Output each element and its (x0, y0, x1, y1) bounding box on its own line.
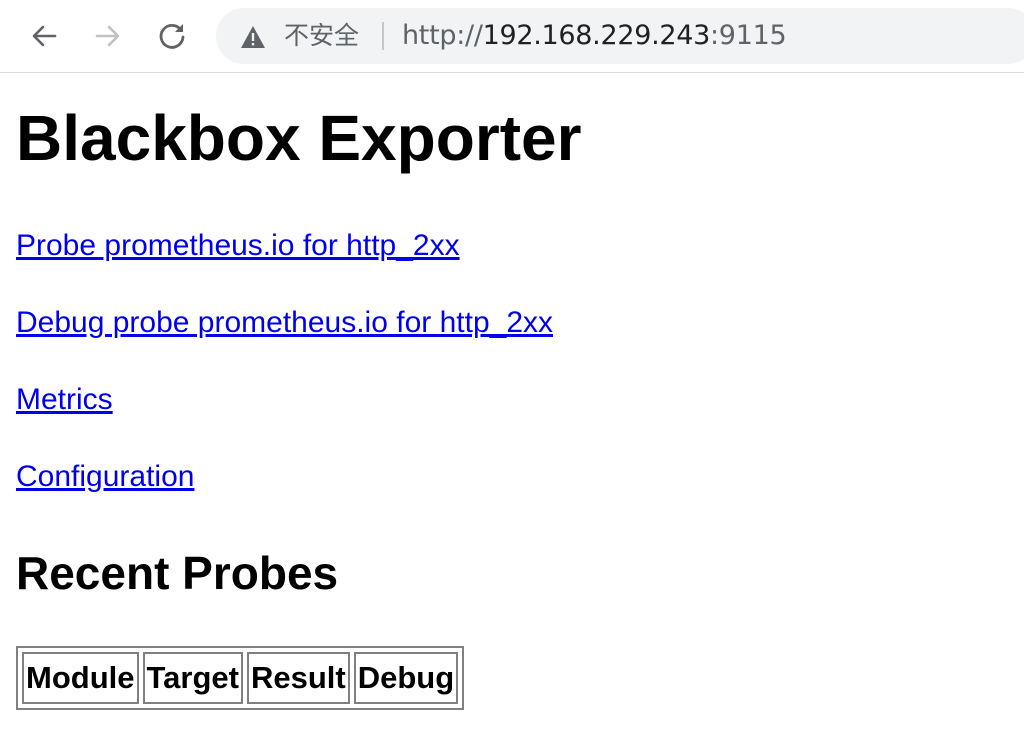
recent-probes-table: Module Target Result Debug (16, 646, 465, 710)
arrow-left-icon (32, 25, 57, 47)
url-host: 192.168.229.243 (482, 20, 711, 51)
back-button[interactable] (26, 18, 62, 54)
url-scheme: http:// (402, 20, 483, 51)
url-port: :9115 (710, 20, 787, 51)
address-bar[interactable]: 不安全 http://192.168.229.243:9115 (216, 8, 1024, 64)
column-header-result: Result (246, 652, 350, 704)
probe-link[interactable]: Probe prometheus.io for http_2xx (16, 228, 460, 264)
configuration-link[interactable]: Configuration (16, 459, 194, 495)
omnibox-divider (382, 22, 384, 50)
metrics-link[interactable]: Metrics (16, 382, 113, 418)
reload-icon (159, 23, 185, 49)
forward-button[interactable] (90, 18, 126, 54)
reload-button[interactable] (154, 18, 190, 54)
page-title: Blackbox Exporter (16, 102, 582, 174)
browser-toolbar: 不安全 http://192.168.229.243:9115 (0, 0, 1024, 73)
recent-probes-heading: Recent Probes (16, 547, 339, 599)
url-text[interactable]: http://192.168.229.243:9115 (402, 20, 787, 51)
security-label[interactable]: 不安全 (284, 21, 359, 51)
table-header-row: Module Target Result Debug (22, 652, 459, 704)
arrow-right-icon (95, 25, 120, 47)
debug-probe-link[interactable]: Debug probe prometheus.io for http_2xx (16, 305, 553, 341)
warning-triangle-icon[interactable] (240, 25, 266, 49)
column-header-target: Target (142, 652, 243, 704)
column-header-debug: Debug (353, 652, 459, 704)
column-header-module: Module (22, 652, 139, 704)
